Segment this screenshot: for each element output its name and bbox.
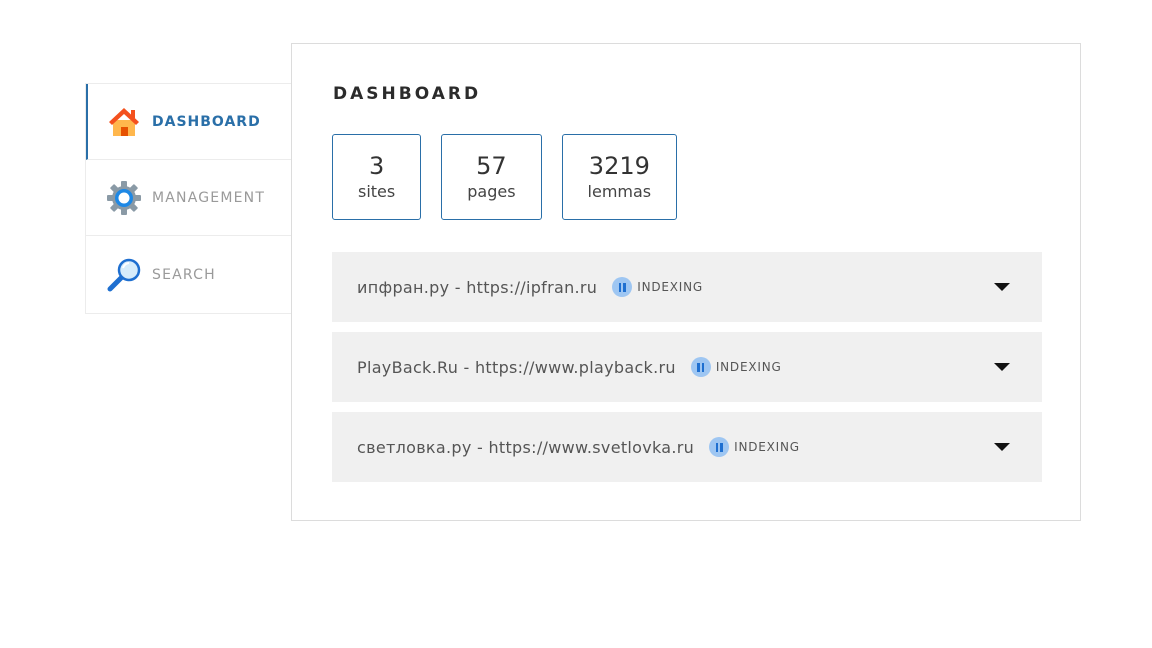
stat-card-lemmas: 3219 lemmas (561, 134, 678, 220)
site-name: ипфран.ру - https://ipfran.ru (357, 277, 598, 297)
site-row[interactable]: PlayBack.Ru - https://www.playback.ru IN… (332, 332, 1042, 402)
site-name: PlayBack.Ru - https://www.playback.ru (357, 357, 676, 377)
sidebar-item-dashboard[interactable]: DASHBOARD (86, 84, 291, 160)
pause-icon (690, 357, 711, 377)
sidebar: DASHBOARD MANAGEMENT SEARCH (85, 83, 291, 314)
site-name: светловка.ру - https://www.svetlovka.ru (357, 437, 695, 457)
pause-icon (612, 277, 633, 297)
stat-card-pages: 57 pages (441, 134, 542, 220)
site-list: ипфран.ру - https://ipfran.ru INDEXING P… (332, 252, 1042, 492)
stat-label: pages (467, 182, 516, 201)
sidebar-item-label: DASHBOARD (152, 113, 261, 130)
site-row[interactable]: светловка.ру - https://www.svetlovka.ru … (332, 412, 1042, 482)
status-badge: INDEXING (637, 280, 704, 294)
page-title: DASHBOARD (333, 84, 482, 104)
stats-row: 3 sites 57 pages 3219 lemmas (332, 134, 678, 220)
status-badge: INDEXING (715, 360, 782, 374)
stat-value: 57 (476, 152, 507, 180)
stat-label: sites (358, 182, 396, 201)
chevron-down-icon[interactable] (994, 363, 1010, 371)
sidebar-item-search[interactable]: SEARCH (86, 236, 291, 313)
stat-card-sites: 3 sites (332, 134, 422, 220)
stat-value: 3 (368, 152, 385, 180)
chevron-down-icon[interactable] (994, 283, 1010, 291)
magnifier-icon (107, 258, 141, 291)
status-badge: INDEXING (734, 440, 800, 454)
sidebar-item-label: SEARCH (152, 266, 216, 283)
dashboard-panel: DASHBOARD 3 sites 57 pages 3219 lemmas и… (291, 43, 1081, 521)
sidebar-item-management[interactable]: MANAGEMENT (86, 160, 291, 236)
gear-icon (107, 180, 141, 215)
chevron-down-icon[interactable] (994, 443, 1010, 451)
pause-icon (709, 437, 730, 457)
site-row[interactable]: ипфран.ру - https://ipfran.ru INDEXING (332, 252, 1042, 322)
home-icon (109, 107, 139, 136)
stat-label: lemmas (587, 182, 652, 201)
sidebar-item-label: MANAGEMENT (152, 189, 266, 206)
stat-value: 3219 (588, 152, 650, 180)
